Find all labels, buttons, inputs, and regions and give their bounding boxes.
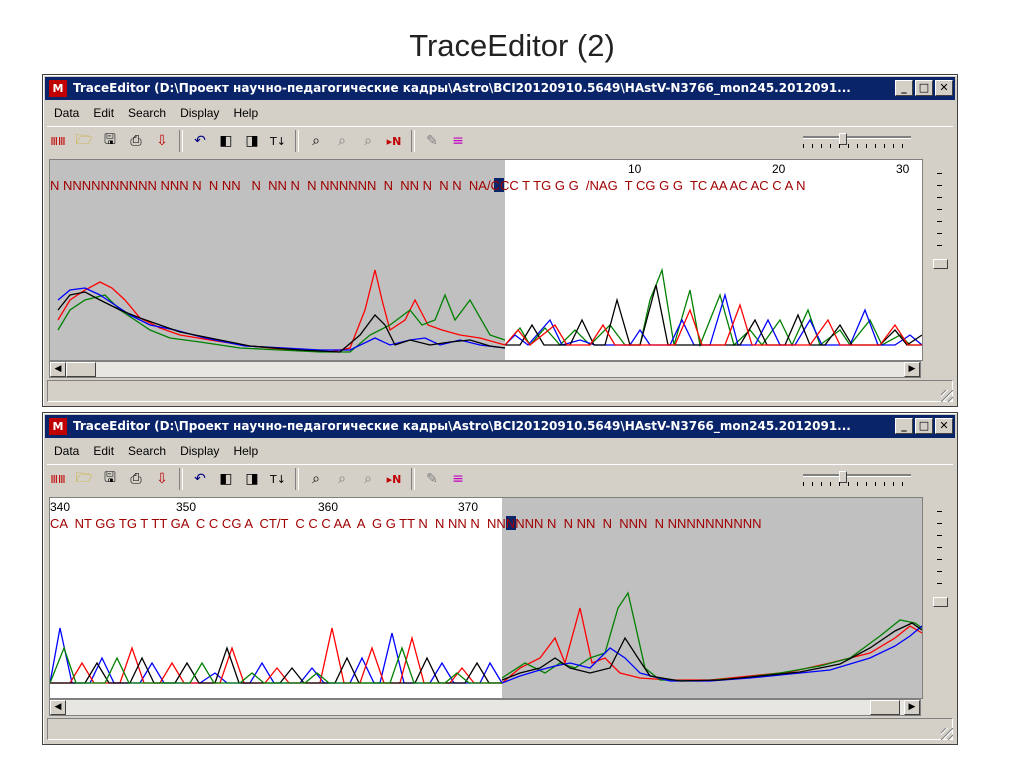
vertical-scale-slider[interactable] (931, 497, 949, 617)
toolbar-separator (179, 130, 183, 152)
menu-edit[interactable]: Edit (86, 103, 121, 123)
open-folder-icon[interactable]: 🗁 (73, 130, 95, 152)
find-icon[interactable]: ⌕ (305, 130, 327, 152)
toolbar-separator (295, 130, 299, 152)
trace-editor-window-top: M TraceEditor (D:\Проект научно-педагоги… (42, 74, 958, 407)
menu-bar: Data Edit Search Display Help (47, 441, 265, 461)
menu-data[interactable]: Data (47, 441, 86, 461)
minimize-button[interactable]: _ (895, 418, 913, 434)
position-label: 30 (896, 162, 910, 176)
resize-grip[interactable] (941, 390, 953, 402)
position-label: 20 (772, 162, 786, 176)
find-prev-icon[interactable]: ⌕ (357, 468, 379, 490)
toolbar-separator (411, 130, 415, 152)
next-n-icon[interactable]: ▸N (383, 130, 405, 152)
menu-data[interactable]: Data (47, 103, 86, 123)
find-next-icon[interactable]: ⌕ (331, 468, 353, 490)
scroll-thumb[interactable] (66, 362, 96, 377)
scroll-left-button[interactable]: ◀ (50, 362, 66, 377)
scroll-left-button[interactable]: ◀ (50, 700, 66, 715)
save-icon[interactable]: 🖫 (99, 130, 121, 152)
left-clip-icon[interactable]: ◧ (215, 130, 237, 152)
reverse-icon[interactable]: T↓ (267, 130, 289, 152)
right-clip-icon[interactable]: ◨ (241, 468, 263, 490)
app-icon: M (49, 418, 67, 435)
left-clip-icon[interactable]: ◧ (215, 468, 237, 490)
trace-editor-window-bottom: M TraceEditor (D:\Проект научно-педагоги… (42, 412, 958, 745)
close-button[interactable]: ✕ (935, 80, 953, 96)
next-n-icon[interactable]: ▸N (383, 468, 405, 490)
slide-title: TraceEditor (2) (409, 28, 615, 63)
right-clip-icon[interactable]: ◨ (241, 130, 263, 152)
scroll-thumb[interactable] (870, 700, 900, 715)
edit-icon[interactable]: ✎ (421, 130, 443, 152)
zoom-slider[interactable] (803, 133, 913, 149)
title-bar[interactable]: M TraceEditor (D:\Проект научно-педагоги… (45, 77, 955, 100)
vertical-scale-slider[interactable] (931, 159, 949, 279)
download-icon[interactable]: ⇩ (151, 130, 173, 152)
find-next-icon[interactable]: ⌕ (331, 130, 353, 152)
title-bar[interactable]: M TraceEditor (D:\Проект научно-педагоги… (45, 415, 955, 438)
edit-icon[interactable]: ✎ (421, 468, 443, 490)
position-label: 350 (176, 500, 197, 514)
position-label: 340 (50, 500, 71, 514)
toolbar-separator (179, 468, 183, 490)
toolbar-separator (295, 468, 299, 490)
menu-help[interactable]: Help (226, 103, 265, 123)
window-title: TraceEditor (D:\Проект научно-педагогиче… (73, 419, 851, 433)
position-label: 360 (318, 500, 339, 514)
app-icon: M (49, 80, 67, 97)
trace-panel-top[interactable]: 10 20 30 N NNNNNNNNNN NNN N N NN N NN N … (49, 159, 923, 361)
menu-display[interactable]: Display (173, 441, 226, 461)
maximize-button[interactable]: □ (915, 418, 933, 434)
reverse-icon[interactable]: T↓ (267, 468, 289, 490)
abi-icon[interactable]: ⅢⅢ (47, 468, 69, 490)
resize-grip[interactable] (941, 728, 953, 740)
scroll-right-button[interactable]: ▶ (904, 362, 920, 377)
download-icon[interactable]: ⇩ (151, 468, 173, 490)
trace-panel-bottom[interactable]: 340 350 360 370 CA NT GG TG T TT GA C C … (49, 497, 923, 699)
save-icon[interactable]: 🖫 (99, 468, 121, 490)
menu-display[interactable]: Display (173, 103, 226, 123)
position-label: 370 (458, 500, 479, 514)
find-prev-icon[interactable]: ⌕ (357, 130, 379, 152)
maximize-button[interactable]: □ (915, 80, 933, 96)
minimize-button[interactable]: _ (895, 80, 913, 96)
window-title: TraceEditor (D:\Проект научно-педагогиче… (73, 81, 851, 95)
base-sequence[interactable]: CA NT GG TG T TT GA C C CG A CT/T C C C … (50, 516, 761, 534)
undo-icon[interactable]: ↶ (189, 130, 211, 152)
menu-edit[interactable]: Edit (86, 441, 121, 461)
menu-search[interactable]: Search (121, 103, 173, 123)
status-bar (47, 718, 953, 740)
scroll-right-button[interactable]: ▶ (904, 700, 920, 715)
toolbar: ⅢⅢ 🗁 🖫 ⎙ ⇩ ↶ ◧ ◨ T↓ ⌕ ⌕ ⌕ ▸N ✎ ≡ (47, 126, 953, 155)
position-label: 10 (628, 162, 642, 176)
toolbar: ⅢⅢ 🗁 🖫 ⎙ ⇩ ↶ ◧ ◨ T↓ ⌕ ⌕ ⌕ ▸N ✎ ≡ (47, 464, 953, 493)
undo-icon[interactable]: ↶ (189, 468, 211, 490)
status-bar (47, 380, 953, 402)
toolbar-separator (411, 468, 415, 490)
horizontal-scrollbar[interactable]: ◀ ▶ (49, 361, 921, 378)
menu-search[interactable]: Search (121, 441, 173, 461)
open-folder-icon[interactable]: 🗁 (73, 468, 95, 490)
menu-help[interactable]: Help (226, 441, 265, 461)
abi-icon[interactable]: ⅢⅢ (47, 130, 69, 152)
color-icon[interactable]: ≡ (447, 130, 469, 152)
base-sequence[interactable]: N NNNNNNNNNN NNN N N NN N NN N N NNNNNN … (50, 178, 806, 196)
find-icon[interactable]: ⌕ (305, 468, 327, 490)
horizontal-scrollbar[interactable]: ◀ ▶ (49, 699, 921, 716)
close-button[interactable]: ✕ (935, 418, 953, 434)
print-icon[interactable]: ⎙ (125, 468, 147, 490)
zoom-slider[interactable] (803, 471, 913, 487)
menu-bar: Data Edit Search Display Help (47, 103, 265, 123)
print-icon[interactable]: ⎙ (125, 130, 147, 152)
color-icon[interactable]: ≡ (447, 468, 469, 490)
